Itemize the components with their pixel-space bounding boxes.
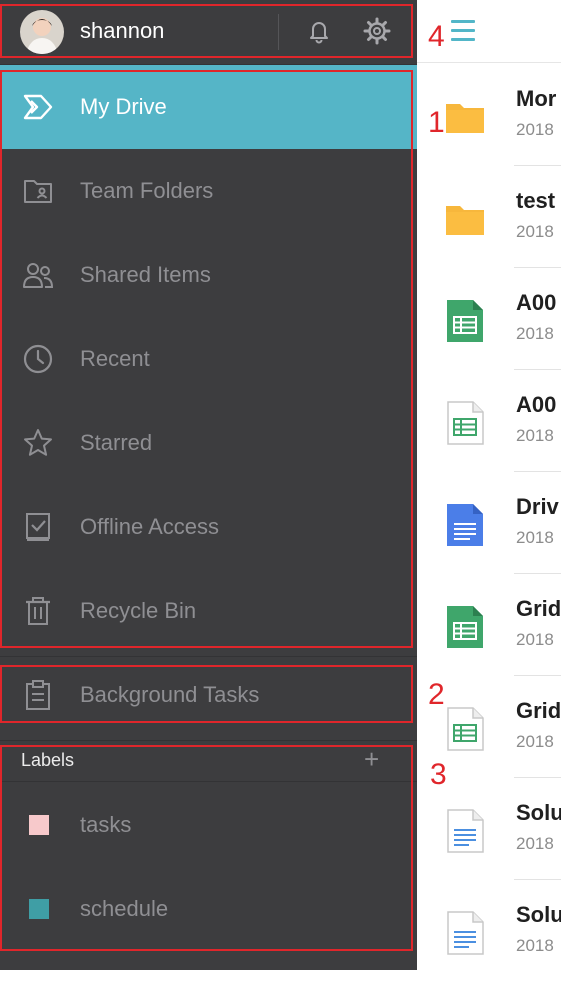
file-row[interactable]: test 2018 <box>417 166 561 268</box>
file-name: A00 <box>516 290 557 315</box>
file-row[interactable]: A00 2018 <box>417 370 561 472</box>
file-row[interactable]: A00 2018 <box>417 268 561 370</box>
folder-icon <box>446 104 484 133</box>
file-date: 2018 <box>516 426 554 445</box>
file-row[interactable]: Grid 2018 <box>417 574 561 676</box>
file-date: 2018 <box>516 528 554 547</box>
file-date: 2018 <box>516 936 554 955</box>
annotation-label-4: 4 <box>428 20 445 53</box>
annotation-label-3: 3 <box>430 758 447 791</box>
file-date: 2018 <box>516 630 554 649</box>
spreadsheet-icon <box>447 300 483 342</box>
file-name: Grid <box>516 698 561 723</box>
file-name: Mor <box>516 86 557 111</box>
annotation-box-1 <box>0 70 413 648</box>
spreadsheet-icon <box>447 606 483 648</box>
annotation-box-3 <box>0 745 413 951</box>
text-file-icon <box>447 911 484 955</box>
file-name: A00 <box>516 392 557 417</box>
file-date: 2018 <box>516 324 554 343</box>
file-name: Solu <box>516 902 561 927</box>
spreadsheet-outline-icon <box>447 707 484 751</box>
annotation-box-2 <box>0 665 413 723</box>
folder-icon <box>446 206 484 235</box>
file-name: Driv <box>516 494 559 519</box>
annotation-label-1: 1 <box>428 106 445 139</box>
file-row[interactable]: Solu 2018 <box>417 880 561 982</box>
file-date: 2018 <box>516 732 554 751</box>
hamburger-menu-icon[interactable] <box>443 16 483 46</box>
file-name: test <box>516 188 556 213</box>
document-icon <box>447 504 483 546</box>
file-name: Solu <box>516 800 561 825</box>
file-row[interactable]: Driv 2018 <box>417 472 561 574</box>
text-file-icon <box>447 809 484 853</box>
spreadsheet-outline-icon <box>447 401 484 445</box>
annotation-label-2: 2 <box>428 678 445 711</box>
file-date: 2018 <box>516 120 554 139</box>
file-name: Grid <box>516 596 561 621</box>
file-date: 2018 <box>516 834 554 853</box>
file-row[interactable]: Solu 2018 <box>417 778 561 880</box>
file-date: 2018 <box>516 222 554 241</box>
annotation-box-4 <box>0 4 413 58</box>
